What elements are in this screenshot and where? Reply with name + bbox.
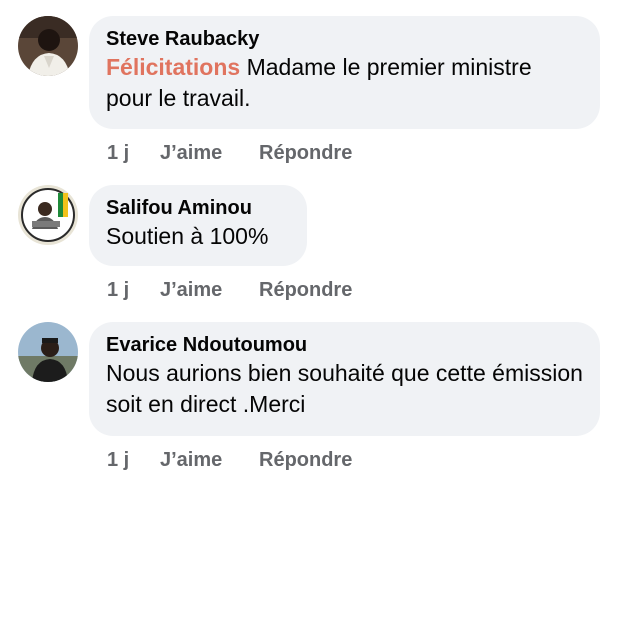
- avatar[interactable]: [18, 16, 78, 76]
- profile-photo-icon: [18, 322, 78, 382]
- profile-photo-icon: [18, 16, 78, 76]
- comment-actions: 1 j J’aime Répondre: [107, 142, 352, 165]
- profile-photo-icon: [18, 185, 78, 245]
- avatar[interactable]: [18, 322, 78, 382]
- like-button[interactable]: J’aime: [160, 279, 259, 302]
- reply-button[interactable]: Répondre: [259, 279, 352, 302]
- comment-time: 1 j: [107, 279, 130, 301]
- comment-text: Nous aurions bien souhaité que cette émi…: [106, 358, 583, 420]
- comment-body: Soutien à 100%: [106, 223, 269, 249]
- comment-highlight: Félicitations: [106, 54, 241, 80]
- comment-author[interactable]: Evarice Ndoutoumou: [106, 332, 583, 358]
- comment-text: Félicitations Madame le premier ministre…: [106, 52, 583, 114]
- comment-actions: 1 j J’aime Répondre: [107, 279, 352, 302]
- comment-actions: 1 j J’aime Répondre: [107, 449, 352, 472]
- comment-bubble: Steve Raubacky Félicitations Madame le p…: [89, 16, 600, 129]
- like-button[interactable]: J’aime: [160, 449, 259, 472]
- comment-author[interactable]: Steve Raubacky: [106, 26, 583, 52]
- reply-button[interactable]: Répondre: [259, 142, 352, 165]
- comment-time: 1 j: [107, 449, 130, 471]
- comment-author[interactable]: Salifou Aminou: [106, 195, 290, 221]
- comment-bubble: Salifou Aminou Soutien à 100%: [89, 185, 307, 266]
- reply-button[interactable]: Répondre: [259, 449, 352, 472]
- avatar[interactable]: [18, 185, 78, 245]
- comment-body: Nous aurions bien souhaité que cette émi…: [106, 360, 583, 417]
- comment-text: Soutien à 100%: [106, 221, 290, 252]
- like-button[interactable]: J’aime: [160, 142, 259, 165]
- comment-bubble: Evarice Ndoutoumou Nous aurions bien sou…: [89, 322, 600, 436]
- comment-time: 1 j: [107, 142, 130, 164]
